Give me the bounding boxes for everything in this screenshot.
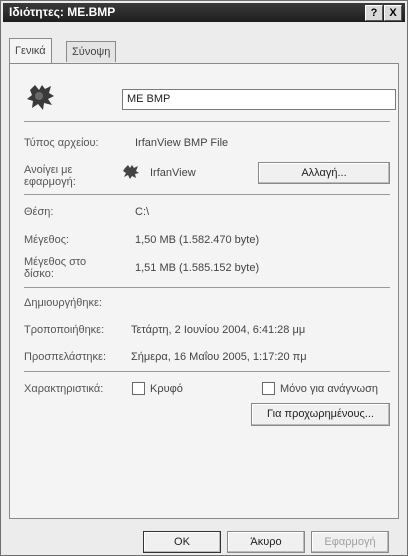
general-panel: ME BMP Τύπος αρχείου: IrfanView BMP File… [9,63,399,519]
help-button[interactable]: ? [365,5,383,21]
modified-value: Τετάρτη, 2 Ιουνίου 2004, 6:41:28 μμ [131,324,306,336]
size-on-disk-label-line2: δίσκο: [24,268,54,280]
location-value: C:\ [135,206,150,218]
size-label: Μέγεθος: [24,234,70,246]
tab-general[interactable]: Γενικά [9,38,52,63]
ok-button[interactable]: OK [143,531,221,553]
read-only-checkbox[interactable] [262,382,275,395]
properties-dialog: Ιδιότητες: ME.BMP ? X Γενικά Σύνοψη ME B… [0,0,408,556]
accessed-value: Σήμερα, 16 Μαΐου 2005, 1:17:20 πμ [131,351,307,363]
created-label: Δημιουργήθηκε: [24,297,102,309]
location-label: Θέση: [24,206,54,218]
file-type-value: IrfanView BMP File [135,137,229,149]
cancel-button[interactable]: Άκυρο [227,531,305,553]
separator [24,371,390,372]
close-button[interactable]: X [384,5,402,21]
change-button[interactable]: Αλλαγή... [258,162,390,184]
advanced-button[interactable]: Για προχωρημένους... [251,403,390,426]
title-bar[interactable]: Ιδιότητες: ME.BMP ? X [3,3,405,22]
file-type-label: Τύπος αρχείου: [24,137,99,149]
opens-with-value: IrfanView [150,167,196,179]
attributes-label: Χαρακτηριστικά: [24,383,104,395]
opens-with-label-line1: Ανοίγει με [24,164,73,176]
accessed-label: Προσπελάστηκε: [24,351,107,363]
apply-button[interactable]: Εφαρμογή [311,531,389,553]
separator [24,287,390,288]
window-title: Ιδιότητες: ME.BMP [9,5,116,19]
size-on-disk-label-line1: Μέγεθος στο [24,256,87,268]
size-value: 1,50 MB (1.582.470 byte) [135,234,260,246]
tab-summary[interactable]: Σύνοψη [66,41,117,62]
hidden-checkbox[interactable] [132,382,145,395]
separator [24,121,390,122]
modified-label: Τροποποιήθηκε: [24,324,105,336]
opens-with-label-line2: εφαρμογή: [24,176,76,188]
filename-input[interactable]: ME BMP [122,89,396,110]
bitmap-file-icon [27,85,54,110]
hidden-label: Κρυφό [150,383,183,395]
separator [24,194,390,195]
size-on-disk-value: 1,51 MB (1.585.152 byte) [135,262,260,274]
irfanview-app-icon [123,165,139,179]
read-only-label: Μόνο για ανάγνωση [280,383,379,395]
